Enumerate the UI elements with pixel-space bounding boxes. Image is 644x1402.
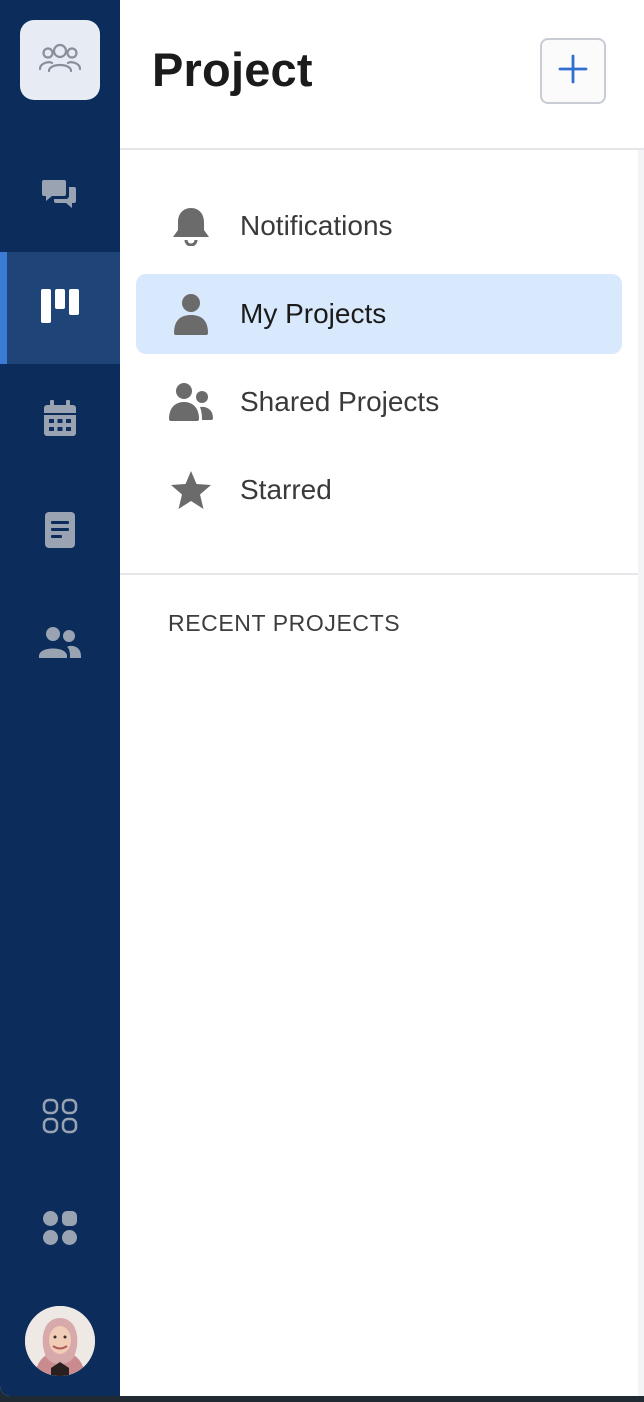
kanban-board-icon	[41, 288, 79, 328]
star-icon	[136, 470, 240, 510]
team-icon	[38, 41, 82, 80]
nav-label: Shared Projects	[240, 386, 440, 417]
bell-icon	[136, 206, 240, 246]
document-icon	[45, 511, 75, 553]
add-project-button[interactable]	[540, 38, 606, 104]
rail-item-apps-outline[interactable]	[0, 1062, 120, 1174]
nav-item-my-projects[interactable]: My Projects	[136, 274, 622, 354]
project-panel: Project Notifications My Projects Shared…	[120, 0, 644, 1396]
apps-filled-icon	[42, 1210, 78, 1251]
nav-item-starred[interactable]: Starred	[136, 450, 622, 530]
nav-label: Notifications	[240, 210, 393, 241]
workspace-logo-button[interactable]	[20, 20, 100, 100]
nav-item-shared-projects[interactable]: Shared Projects	[136, 362, 622, 442]
person-icon	[136, 293, 240, 335]
calendar-icon	[44, 399, 76, 441]
app-window: Project Notifications My Projects Shared…	[0, 0, 644, 1396]
nav-label: My Projects	[240, 298, 387, 329]
recent-projects-heading: RECENT PROJECTS	[168, 610, 401, 636]
group-icon	[136, 382, 240, 422]
rail-item-people[interactable]	[0, 588, 120, 700]
nav-item-notifications[interactable]: Notifications	[136, 186, 622, 266]
project-nav: Notifications My Projects Shared Project…	[136, 186, 622, 538]
rail-item-projects[interactable]	[0, 252, 120, 364]
panel-scroll-edge	[638, 150, 644, 1396]
chat-icon	[42, 178, 78, 215]
apps-outline-icon	[42, 1098, 78, 1139]
plus-icon	[558, 54, 588, 89]
rail-item-calendar[interactable]	[0, 364, 120, 476]
panel-header: Project	[120, 0, 644, 150]
nav-label: Starred	[240, 474, 332, 505]
section-divider	[120, 573, 644, 575]
people-icon	[39, 626, 81, 663]
page-title: Project	[152, 43, 313, 96]
rail-item-apps-filled[interactable]	[0, 1174, 120, 1286]
rail-item-documents[interactable]	[0, 476, 120, 588]
user-avatar[interactable]	[25, 1306, 95, 1376]
icon-rail	[0, 0, 120, 1396]
rail-item-chat[interactable]	[0, 140, 120, 252]
